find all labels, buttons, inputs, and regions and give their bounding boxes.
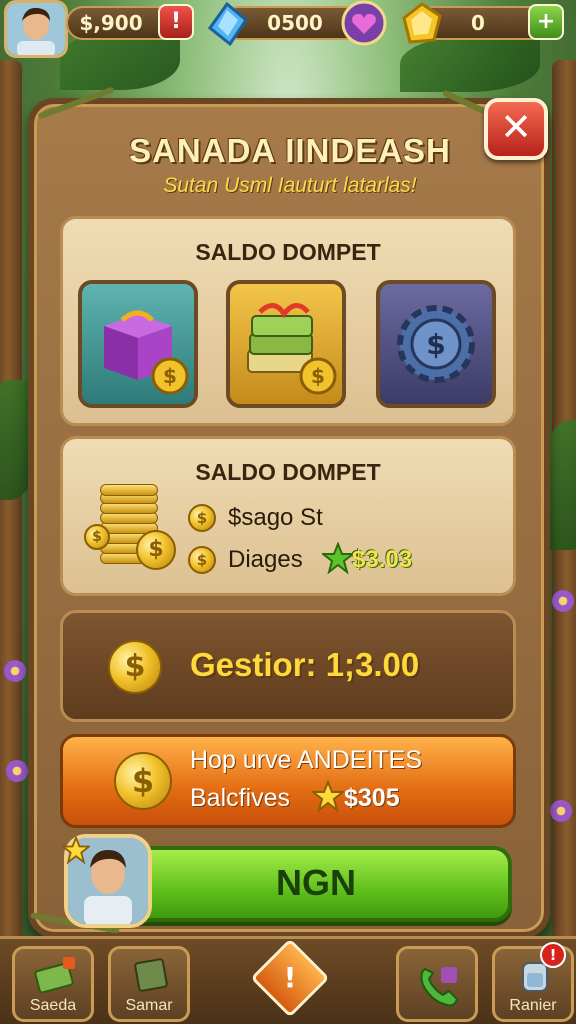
nav-item-saeda[interactable]: Saeda [12,946,94,1022]
tree-trunk-left [0,60,22,960]
svg-text:$: $ [163,364,177,388]
heart-potion-icon [341,0,387,46]
flower-decoration [6,760,28,782]
cash-bundle-icon: $ [247,303,337,395]
gold-star-icon [312,780,344,812]
nav-label: Samar [125,997,173,1014]
flower-decoration [552,590,574,612]
money-alert-button[interactable]: ! [158,4,194,40]
coin-icon: $ [188,504,216,532]
green-star-icon [322,542,354,574]
offer-line-2-label: Balcfives [190,784,291,812]
flower-decoration [550,800,572,822]
nav-label: Ranier [509,997,557,1014]
offer-line-1: Hop urve ANDEITES [190,746,423,774]
gold-star-icon [62,836,90,864]
item-tile-gift[interactable]: $ [78,280,198,408]
dialog-title: SANADA IINDEASH [129,132,451,169]
dialog-subtitle: Sutan Usml Iauturt latarlas! [163,174,417,197]
svg-text:$: $ [311,364,325,388]
player-avatar[interactable] [4,0,68,58]
wallet-items-title: SALDO DOMPET [195,239,381,265]
big-coin-icon: $ [108,640,162,694]
alert-icon: ! [283,961,297,994]
gold-gem-icon [402,2,442,44]
coin-icon: $ [188,546,216,574]
player-portrait-icon [7,3,65,55]
nav-label: Saeda [29,997,77,1014]
wallet-balance-title: SALDO DOMPET [195,459,381,485]
nav-item-social[interactable] [396,946,478,1022]
coin-gear-icon: $ [397,305,475,383]
cash-icon [34,957,75,994]
gift-box-icon: $ [104,310,189,395]
svg-text:$: $ [426,328,445,361]
big-coin-icon: $ [114,752,172,810]
item-tile-gear[interactable]: $ [376,280,496,408]
book-icon [134,958,168,992]
wallet-row-label: Diages [228,546,303,573]
blue-crystal-icon [207,2,248,46]
ngn-button[interactable]: NGN [120,846,512,922]
offer-line-2-value: $305 [344,784,400,812]
item-tile-cash[interactable]: $ [226,280,346,408]
phone-icon [420,967,459,1007]
gestion-value: Gestior: 1;3.00 [190,646,420,683]
notification-badge: ! [540,942,566,968]
flower-decoration [4,660,26,682]
wallet-row-value: $3.03 [352,546,413,573]
nav-item-samar[interactable]: Samar [108,946,190,1022]
top-resource-bar: $,900 ! 0500 0 + [0,0,576,58]
wallet-row-label: $sago St [228,504,323,531]
add-energy-button[interactable]: + [528,4,564,40]
